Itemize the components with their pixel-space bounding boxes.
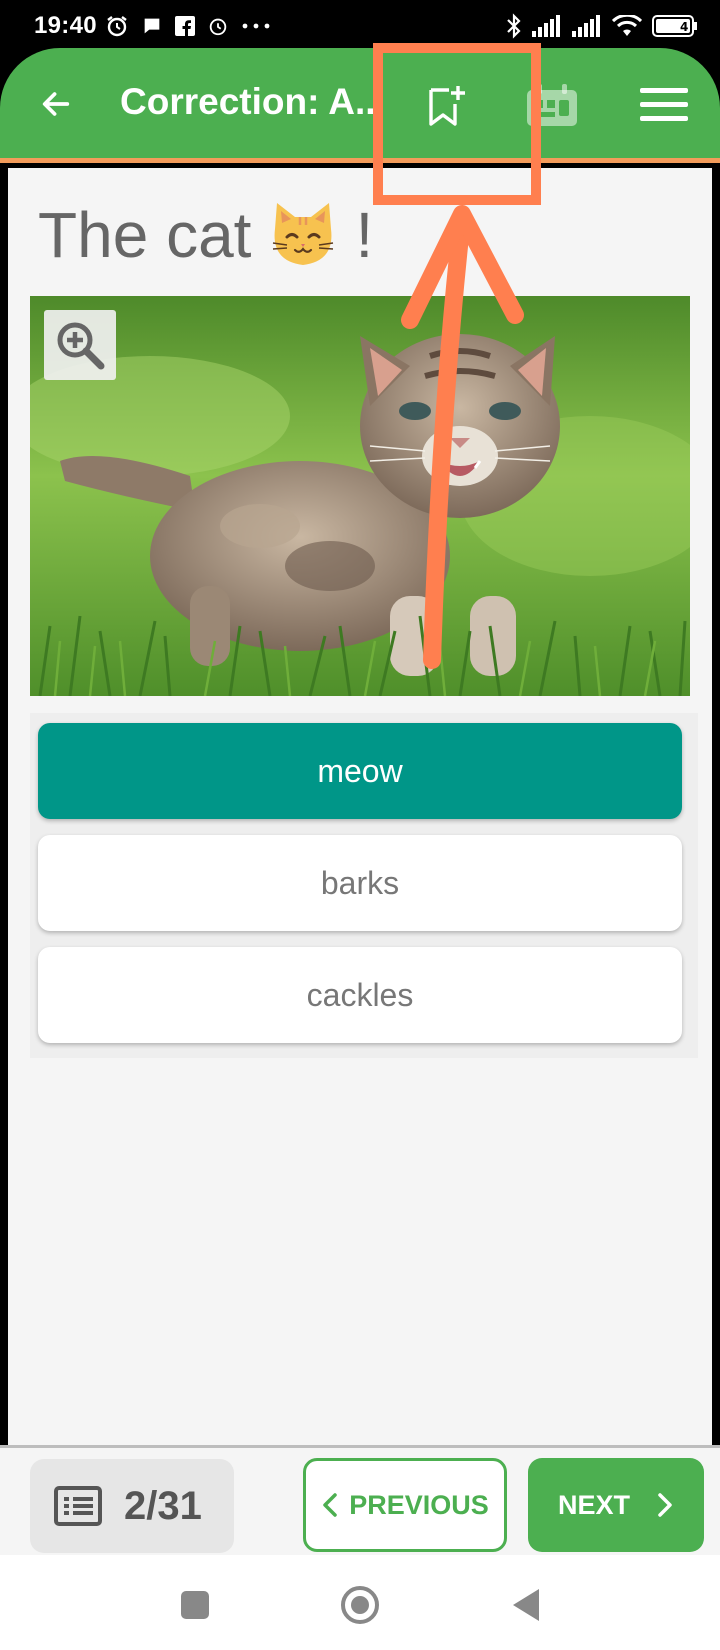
bookmark-add-icon <box>429 86 465 126</box>
question-title: The cat ! <box>38 198 373 272</box>
battery-level: 4 <box>680 20 688 34</box>
status-right-icons: 4 <box>506 13 698 39</box>
clock-icon <box>209 18 227 36</box>
signal-icon <box>532 15 560 37</box>
facebook-icon <box>174 16 195 36</box>
app-bar: Correction: A... <box>0 48 720 163</box>
zoom-in-icon <box>57 322 105 370</box>
bottom-bar: 2/31 PREVIOUS NEXT <box>0 1445 720 1555</box>
chat-bubble-icon <box>144 18 160 34</box>
calendar-button[interactable] <box>522 78 582 134</box>
question-counter: 2/31 <box>124 1483 202 1528</box>
recent-apps-button[interactable] <box>167 1577 223 1633</box>
back-triangle-icon <box>513 1589 539 1621</box>
alarm-icon <box>107 16 127 37</box>
previous-label: PREVIOUS <box>349 1489 489 1520</box>
signal-icon <box>572 15 600 37</box>
home-icon <box>341 1586 379 1624</box>
next-label: NEXT <box>557 1489 630 1520</box>
more-dots-icon <box>242 23 270 29</box>
recent-apps-icon <box>181 1591 209 1619</box>
battery-icon: 4 <box>652 15 697 37</box>
zoom-button[interactable] <box>44 310 116 380</box>
page-title: Correction: A... <box>120 81 380 122</box>
answer-option[interactable]: cackles <box>38 947 682 1043</box>
status-bar: 19:40 4 <box>0 0 720 52</box>
answer-option[interactable]: meow <box>38 723 682 819</box>
question-content: The cat ! meow barks cackles <box>8 168 712 1445</box>
system-nav-bar <box>0 1555 720 1650</box>
previous-button[interactable]: PREVIOUS <box>303 1458 507 1552</box>
chevron-right-icon <box>658 1493 672 1517</box>
bluetooth-icon <box>507 13 521 39</box>
question-image <box>30 296 690 696</box>
back-button[interactable] <box>36 84 76 124</box>
next-button[interactable]: NEXT <box>528 1458 704 1552</box>
answer-list: meow barks cackles <box>30 713 698 1058</box>
wifi-icon <box>612 15 642 36</box>
back-arrow-icon <box>42 92 70 116</box>
home-button[interactable] <box>332 1577 388 1633</box>
bookmark-add-button[interactable] <box>420 78 472 134</box>
kitten-photo <box>30 296 690 696</box>
question-text: The cat <box>38 199 252 271</box>
cat-face-emoji <box>273 203 334 265</box>
back-nav-button[interactable] <box>498 1577 554 1633</box>
menu-icon <box>640 88 688 121</box>
chevron-left-icon <box>323 1493 337 1517</box>
list-icon <box>54 1486 102 1526</box>
status-time: 19:40 <box>34 12 97 39</box>
question-counter-button[interactable]: 2/31 <box>30 1459 234 1553</box>
answer-option[interactable]: barks <box>38 835 682 931</box>
menu-button[interactable] <box>636 80 692 130</box>
calendar-icon <box>527 84 577 126</box>
status-left-icons <box>105 14 271 38</box>
question-exclamation: ! <box>355 199 374 271</box>
